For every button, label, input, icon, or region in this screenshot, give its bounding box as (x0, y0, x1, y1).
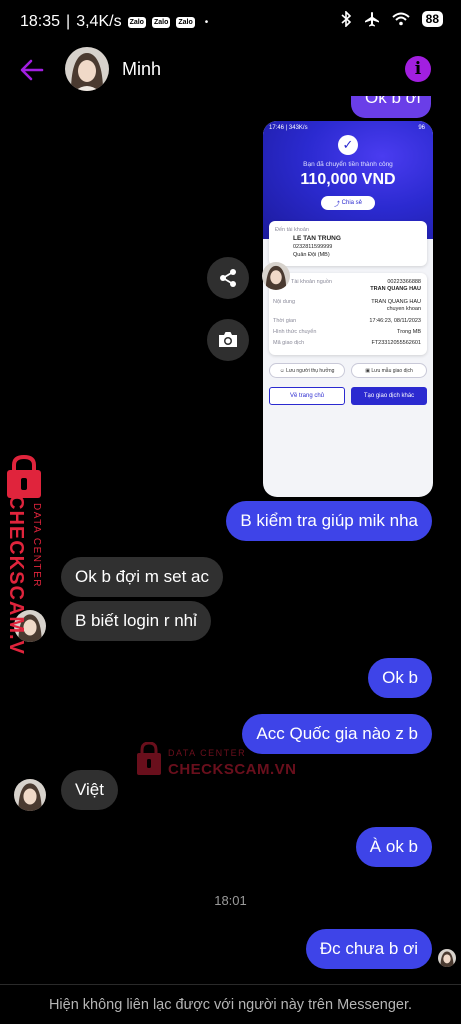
checkscam-watermark-center: DATA CENTER CHECKSCAM.VN (136, 741, 296, 778)
camera-icon (219, 332, 237, 347)
contact-name[interactable]: Minh (122, 59, 161, 80)
incoming-message[interactable]: Ok b đợi m set ac (61, 557, 223, 597)
outgoing-message[interactable]: À ok b (355, 827, 432, 867)
more-notifications-dot: • (204, 16, 209, 28)
status-bar: 18:35 | 3,4K/s Zalo Zalo Zalo • 88 (0, 0, 461, 44)
incoming-message[interactable]: Việt (61, 770, 118, 810)
receipt-amount: 110,000 VND (300, 171, 396, 188)
contact-avatar-small[interactable] (14, 779, 46, 811)
transfer-receipt-image[interactable]: 17:46 | 343K/s 96 ✓ Bạn đã chuyển tiền t… (263, 121, 433, 497)
receipt-subtitle: Bạn đã chuyển tiền thành công (303, 161, 393, 168)
zalo-notification-icon: Zalo (127, 16, 146, 28)
outgoing-message[interactable]: B kiểm tra giúp mik nha (226, 501, 432, 541)
save-template-option: ▣ Lưu mẫu giao dịch (351, 363, 427, 378)
camera-button[interactable] (207, 319, 249, 361)
receipt-home-button: Về trang chủ (269, 387, 345, 405)
share-button[interactable] (207, 257, 249, 299)
seen-by-avatar (262, 262, 290, 290)
battery-indicator: 88 (421, 11, 443, 27)
contact-avatar[interactable] (65, 47, 109, 91)
save-beneficiary-option: ☺ Lưu người thụ hưởng (269, 363, 345, 378)
outgoing-message[interactable]: Đc chưa b ơi (305, 929, 432, 969)
svg-text:DATA CENTER: DATA CENTER (31, 503, 42, 588)
status-time: 18:35 (20, 13, 61, 30)
transaction-details-card: Tài khoản nguồn 00223366888 TRAN QUANG H… (269, 273, 427, 355)
recipient-card: Đến tài khoản LE TAN TRUNG 0232811599999… (269, 221, 427, 266)
checkscam-watermark: DATA CENTER CHECKSCAM.VN (4, 454, 50, 670)
network-speed: 3,4K/s (76, 13, 122, 30)
airplane-mode-icon (364, 12, 379, 27)
info-icon[interactable]: i (405, 56, 431, 82)
zalo-notification-icon: Zalo (151, 16, 171, 28)
seen-by-avatar (438, 949, 456, 967)
unavailable-notice: Hiện không liên lạc được với người này t… (0, 984, 461, 1024)
receipt-new-transaction-button: Tạo giao dịch khác (351, 387, 427, 405)
back-arrow-icon[interactable] (18, 56, 46, 84)
incoming-message[interactable]: B biết login r nhỉ (61, 601, 211, 641)
previous-message-bubble[interactable]: Ok b ơi (351, 96, 431, 118)
svg-text:DATA CENTER: DATA CENTER (168, 748, 246, 758)
message-text: Ok b ơi (365, 96, 421, 107)
success-check-icon: ✓ (338, 135, 358, 155)
svg-text:CHECKSCAM.VN: CHECKSCAM.VN (5, 495, 27, 655)
receipt-status-battery: 96 (418, 125, 425, 131)
outgoing-message[interactable]: Ok b (368, 658, 432, 698)
svg-text:CHECKSCAM.VN: CHECKSCAM.VN (168, 761, 296, 778)
zalo-notification-icon: Zalo (176, 16, 195, 28)
wifi-icon (391, 12, 410, 26)
conversation-timestamp: 18:01 (214, 893, 247, 908)
lock-icon (137, 741, 161, 775)
receipt-status-time: 17:46 | 343K/s (269, 125, 308, 131)
lock-icon (7, 454, 41, 498)
bluetooth-icon (341, 11, 351, 27)
conversation-header: Minh i (0, 44, 461, 96)
receipt-share-button: ⤴ Chia sẻ (321, 196, 375, 210)
share-icon (220, 269, 236, 287)
